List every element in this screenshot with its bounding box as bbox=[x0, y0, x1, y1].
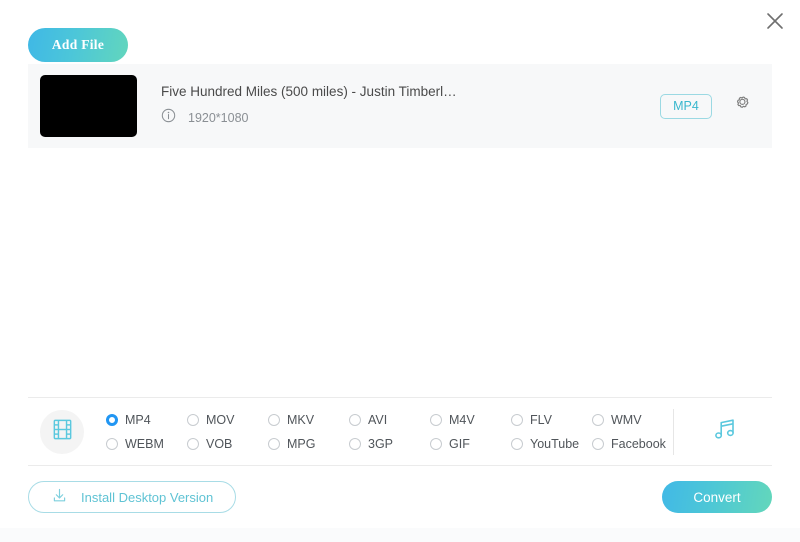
format-option-m4v[interactable]: M4V bbox=[430, 408, 511, 432]
radio-indicator bbox=[430, 413, 442, 426]
format-option-label: MP4 bbox=[125, 412, 151, 427]
file-format-badge[interactable]: MP4 bbox=[660, 93, 712, 119]
radio-indicator bbox=[592, 413, 604, 426]
format-option-wmv[interactable]: WMV bbox=[592, 408, 673, 432]
format-option-label: FLV bbox=[530, 412, 552, 427]
format-option-facebook[interactable]: Facebook bbox=[592, 432, 673, 456]
format-option-label: WEBM bbox=[125, 436, 164, 451]
format-option-label: AVI bbox=[368, 412, 388, 427]
radio-indicator bbox=[511, 413, 523, 426]
format-option-label: MOV bbox=[206, 412, 235, 427]
file-subinfo: 1920*1080 bbox=[161, 108, 660, 128]
format-option-gif[interactable]: GIF bbox=[430, 432, 511, 456]
format-options: MP4 MOV MKV AVI M4V FLV WMV WEBM VOB MPG… bbox=[106, 408, 673, 456]
radio-indicator bbox=[187, 413, 199, 426]
radio-indicator bbox=[349, 413, 361, 426]
file-title: Five Hundred Miles (500 miles) - Justin … bbox=[161, 84, 457, 99]
video-format-tab[interactable] bbox=[40, 409, 84, 454]
format-option-mkv[interactable]: MKV bbox=[268, 408, 349, 432]
file-list: Five Hundred Miles (500 miles) - Justin … bbox=[0, 64, 800, 148]
format-section: MP4 MOV MKV AVI M4V FLV WMV WEBM VOB MPG… bbox=[28, 397, 772, 466]
file-resolution: 1920*1080 bbox=[188, 111, 249, 125]
format-option-label: GIF bbox=[449, 436, 470, 451]
toolbar: Add File bbox=[0, 0, 800, 62]
radio-indicator bbox=[430, 437, 442, 450]
format-option-avi[interactable]: AVI bbox=[349, 408, 430, 432]
format-option-label: 3GP bbox=[368, 436, 394, 451]
install-desktop-version-button[interactable]: Install Desktop Version bbox=[28, 481, 237, 513]
format-option-label: M4V bbox=[449, 412, 475, 427]
radio-indicator bbox=[268, 437, 280, 450]
format-option-mp4[interactable]: MP4 bbox=[106, 408, 187, 432]
format-option-youtube[interactable]: YouTube bbox=[511, 432, 592, 456]
format-option-flv[interactable]: FLV bbox=[511, 408, 592, 432]
radio-indicator bbox=[268, 413, 280, 426]
format-option-label: Facebook bbox=[611, 436, 666, 451]
format-option-webm[interactable]: WEBM bbox=[106, 432, 187, 456]
download-icon bbox=[51, 487, 68, 507]
radio-indicator bbox=[187, 437, 199, 450]
close-button[interactable] bbox=[758, 4, 792, 38]
close-icon bbox=[765, 11, 785, 31]
format-option-label: VOB bbox=[206, 436, 233, 451]
add-file-button[interactable]: Add File bbox=[28, 28, 128, 62]
video-thumbnail bbox=[40, 75, 137, 137]
install-button-label: Install Desktop Version bbox=[81, 489, 214, 505]
file-metadata: Five Hundred Miles (500 miles) - Justin … bbox=[137, 84, 660, 128]
format-option-mov[interactable]: MOV bbox=[187, 408, 268, 432]
format-option-vob[interactable]: VOB bbox=[187, 432, 268, 456]
radio-indicator bbox=[106, 413, 118, 426]
format-option-label: MPG bbox=[287, 436, 316, 451]
empty-content-area bbox=[0, 148, 800, 397]
section-divider bbox=[673, 408, 674, 455]
format-option-label: WMV bbox=[611, 412, 642, 427]
format-option-label: MKV bbox=[287, 412, 315, 427]
radio-indicator bbox=[511, 437, 523, 450]
file-actions: MP4 bbox=[660, 93, 754, 119]
file-settings-button[interactable] bbox=[730, 94, 754, 118]
convert-button[interactable]: Convert bbox=[662, 481, 772, 513]
film-strip-icon bbox=[50, 417, 75, 447]
info-circle-icon[interactable] bbox=[161, 108, 176, 128]
file-list-item[interactable]: Five Hundred Miles (500 miles) - Justin … bbox=[28, 64, 772, 148]
radio-indicator bbox=[592, 437, 604, 450]
radio-indicator bbox=[106, 437, 118, 450]
bottom-strip bbox=[0, 528, 800, 542]
radio-indicator bbox=[349, 437, 361, 450]
footer: Install Desktop Version Convert bbox=[28, 466, 772, 528]
format-option-mpg[interactable]: MPG bbox=[268, 432, 349, 456]
converter-window: Add File Five Hundred Miles (500 miles) … bbox=[0, 0, 800, 542]
gear-icon bbox=[732, 93, 753, 119]
music-note-icon bbox=[711, 415, 739, 448]
format-option-3gp[interactable]: 3GP bbox=[349, 432, 430, 456]
audio-format-tab[interactable] bbox=[702, 415, 748, 448]
format-option-label: YouTube bbox=[530, 436, 580, 451]
